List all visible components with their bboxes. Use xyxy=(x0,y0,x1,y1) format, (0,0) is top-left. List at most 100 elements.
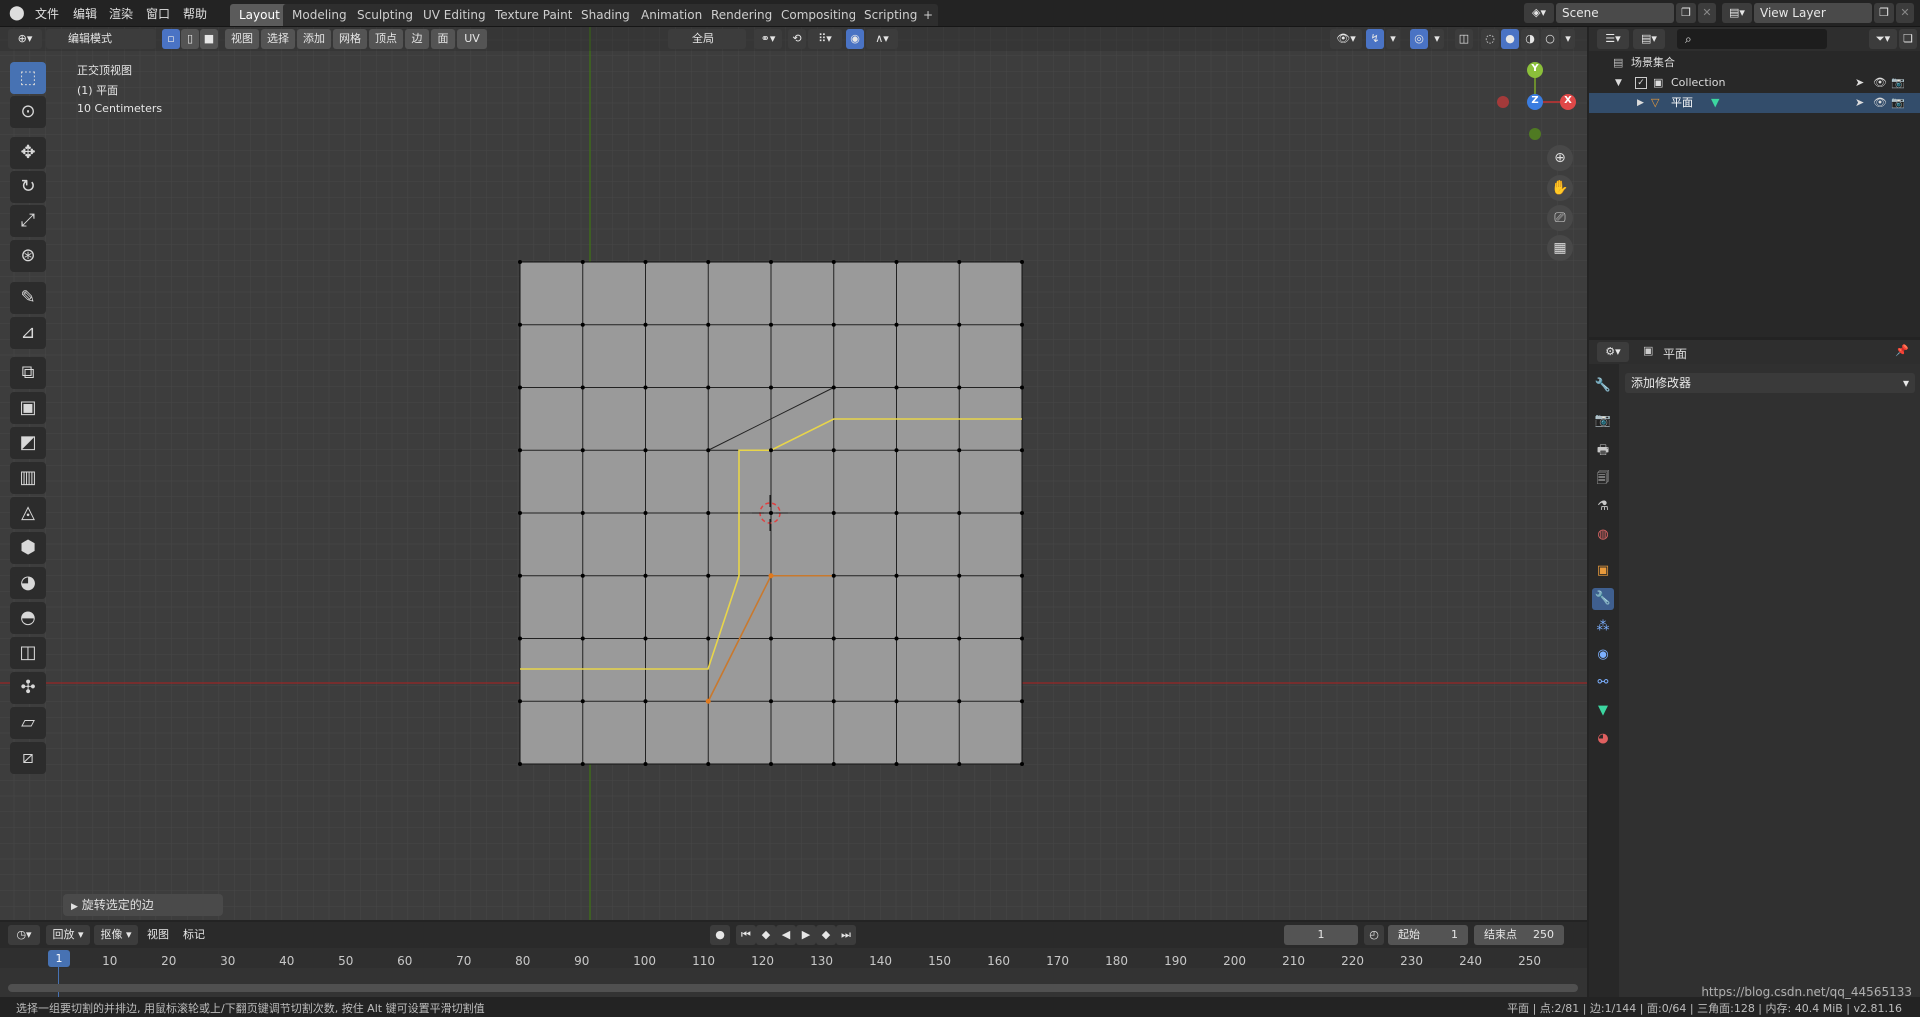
menu-select[interactable]: 选择 xyxy=(261,29,295,49)
gizmo-dropdown-icon[interactable]: ▾ xyxy=(1386,29,1400,49)
selectable-icon[interactable]: ➤ xyxy=(1855,93,1864,113)
transform-tool-icon[interactable]: ⊛ xyxy=(10,240,46,272)
play-reverse-icon[interactable]: ◀ xyxy=(776,925,796,945)
shear-tool-icon[interactable]: ▱ xyxy=(10,707,46,739)
tab-scripting[interactable]: Scripting xyxy=(855,4,927,26)
menu-help[interactable]: 帮助 xyxy=(183,5,207,22)
snap-toggle-icon[interactable]: ⟲ xyxy=(788,29,806,49)
render-tab-icon[interactable]: 📷 xyxy=(1592,410,1614,432)
snap-target-icon[interactable]: ⠿▾ xyxy=(808,29,842,49)
menu-add[interactable]: 添加 xyxy=(297,29,331,49)
new-scene-icon[interactable]: ❐ xyxy=(1676,3,1696,23)
outliner-row-scene-collection[interactable]: ▤ 场景集合 xyxy=(1589,53,1920,73)
view-layer-field[interactable]: View Layer xyxy=(1754,3,1872,23)
outliner-search-input[interactable]: ⌕ xyxy=(1677,29,1827,49)
edge-slide-tool-icon[interactable]: ◫ xyxy=(10,637,46,669)
inset-tool-icon[interactable]: ▣ xyxy=(10,392,46,424)
add-workspace-button[interactable]: + xyxy=(918,4,939,26)
viewport-canvas[interactable] xyxy=(0,27,1587,920)
particles-tab-icon[interactable]: ⁂ xyxy=(1592,616,1614,638)
camera-view-icon[interactable]: ⎚ xyxy=(1547,205,1573,231)
eye-icon[interactable]: 👁 xyxy=(1873,73,1887,93)
prev-keyframe-icon[interactable]: ◆ xyxy=(756,925,776,945)
filter-icon[interactable]: ⏷▾ xyxy=(1869,29,1897,49)
view-layer-icon[interactable]: ▤▾ xyxy=(1722,3,1752,23)
vertex-select-icon[interactable]: ▫ xyxy=(162,29,180,49)
zoom-icon[interactable]: ⊕ xyxy=(1547,145,1573,171)
outliner-row-collection[interactable]: ▼ ✓ ▣ Collection ➤ 👁 📷 xyxy=(1589,73,1920,93)
xray-icon[interactable]: ◫ xyxy=(1455,29,1473,49)
playback-menu[interactable]: 回放 ▾ xyxy=(46,925,90,945)
smooth-tool-icon[interactable]: ◓ xyxy=(10,602,46,634)
menu-mesh[interactable]: 网格 xyxy=(333,29,367,49)
3d-viewport[interactable]: Y Z X 正交顶视图 (1) 平面 10 Centimeters ▶ 旋转选定… xyxy=(0,27,1587,920)
scene-tab-icon[interactable]: ⚗ xyxy=(1592,496,1614,518)
rip-tool-icon[interactable]: ⧄ xyxy=(10,742,46,774)
jump-start-icon[interactable]: ⏮ xyxy=(736,925,756,945)
tab-animation[interactable]: Animation xyxy=(632,4,712,26)
data-tab-icon[interactable]: ▼ xyxy=(1592,700,1614,722)
pivot-point-icon[interactable]: ⚭▾ xyxy=(754,29,782,49)
edge-select-icon[interactable]: ▯ xyxy=(181,29,199,49)
mesh-data-icon[interactable]: ▼ xyxy=(1711,93,1719,113)
current-frame-field[interactable]: 1 xyxy=(1284,925,1358,945)
move-tool-icon[interactable]: ✥ xyxy=(10,137,46,169)
end-frame-field[interactable]: 结束点 250 xyxy=(1474,925,1564,945)
face-select-icon[interactable]: ■ xyxy=(200,29,218,49)
overlay-toggle-icon[interactable]: ◎ xyxy=(1410,29,1428,49)
tab-uv-editing[interactable]: UV Editing xyxy=(414,4,495,26)
collapse-arrow-icon[interactable]: ▼ xyxy=(1615,73,1622,93)
scene-field[interactable]: Scene xyxy=(1556,3,1674,23)
display-mode-icon[interactable]: ▤▾ xyxy=(1633,29,1665,49)
select-box-icon[interactable]: ⬚ xyxy=(10,62,46,94)
object-tab-icon[interactable]: ▣ xyxy=(1592,560,1614,582)
menu-face[interactable]: 面 xyxy=(431,29,455,49)
blender-logo-icon[interactable]: ⬤ xyxy=(9,5,25,21)
playhead[interactable]: 1 xyxy=(48,950,70,967)
delete-scene-icon[interactable]: ✕ xyxy=(1698,3,1716,23)
timeline-marker-menu[interactable]: 标记 xyxy=(178,925,210,945)
timeline-scrollbar[interactable] xyxy=(8,984,1578,992)
collection-checkbox[interactable]: ✓ xyxy=(1635,77,1647,89)
material-tab-icon[interactable]: ◕ xyxy=(1592,728,1614,750)
output-tab-icon[interactable]: 🖶 xyxy=(1592,440,1614,462)
scene-icon[interactable]: ◈▾ xyxy=(1524,3,1554,23)
cursor-tool-icon[interactable]: ⊙ xyxy=(10,96,46,128)
jump-end-icon[interactable]: ⏭ xyxy=(836,925,856,945)
selectable-icon[interactable]: ➤ xyxy=(1855,73,1864,93)
keying-menu[interactable]: 抠像 ▾ xyxy=(94,925,138,945)
bevel-tool-icon[interactable]: ◩ xyxy=(10,427,46,459)
tab-modeling[interactable]: Modeling xyxy=(283,4,356,26)
tab-sculpting[interactable]: Sculpting xyxy=(348,4,423,26)
expand-arrow-icon[interactable]: ▶ xyxy=(1637,93,1644,113)
menu-edit[interactable]: 编辑 xyxy=(73,5,97,22)
loop-cut-tool-icon[interactable]: ▥ xyxy=(10,462,46,494)
pan-hand-icon[interactable]: ✋ xyxy=(1547,175,1573,201)
record-icon[interactable]: ● xyxy=(710,925,730,945)
spin-tool-icon[interactable]: ◕ xyxy=(10,567,46,599)
delete-view-layer-icon[interactable]: ✕ xyxy=(1896,3,1914,23)
proportional-edit-icon[interactable]: ◉ xyxy=(846,29,864,49)
timeline-view-menu[interactable]: 视图 xyxy=(144,925,172,945)
outliner-editor-type-icon[interactable]: ☰▾ xyxy=(1597,29,1629,49)
gizmo-toggle-icon[interactable]: ↯ xyxy=(1366,29,1384,49)
properties-editor-type-icon[interactable]: ⚙▾ xyxy=(1597,342,1629,362)
play-icon[interactable]: ▶ xyxy=(796,925,816,945)
tab-texture-paint[interactable]: Texture Paint xyxy=(486,4,582,26)
knife-tool-icon[interactable]: ◬ xyxy=(10,497,46,529)
menu-view[interactable]: 视图 xyxy=(225,29,259,49)
tab-shading[interactable]: Shading xyxy=(572,4,639,26)
last-operator-panel[interactable]: ▶ 旋转选定的边 xyxy=(63,894,223,916)
new-collection-icon[interactable]: ❏ xyxy=(1899,29,1917,49)
start-frame-field[interactable]: 起始 1 xyxy=(1388,925,1468,945)
plane-mesh[interactable] xyxy=(518,260,1024,766)
rendered-shading-icon[interactable]: ○ xyxy=(1541,29,1559,49)
shrink-fatten-tool-icon[interactable]: ✣ xyxy=(10,672,46,704)
menu-uv[interactable]: UV xyxy=(457,29,487,49)
world-tab-icon[interactable]: ◍ xyxy=(1592,524,1614,546)
menu-window[interactable]: 窗口 xyxy=(146,5,170,22)
constraints-tab-icon[interactable]: ⚯ xyxy=(1592,672,1614,694)
physics-tab-icon[interactable]: ◉ xyxy=(1592,644,1614,666)
transform-orientation-select[interactable]: 全局 xyxy=(668,29,746,49)
tab-layout[interactable]: Layout xyxy=(230,4,289,26)
